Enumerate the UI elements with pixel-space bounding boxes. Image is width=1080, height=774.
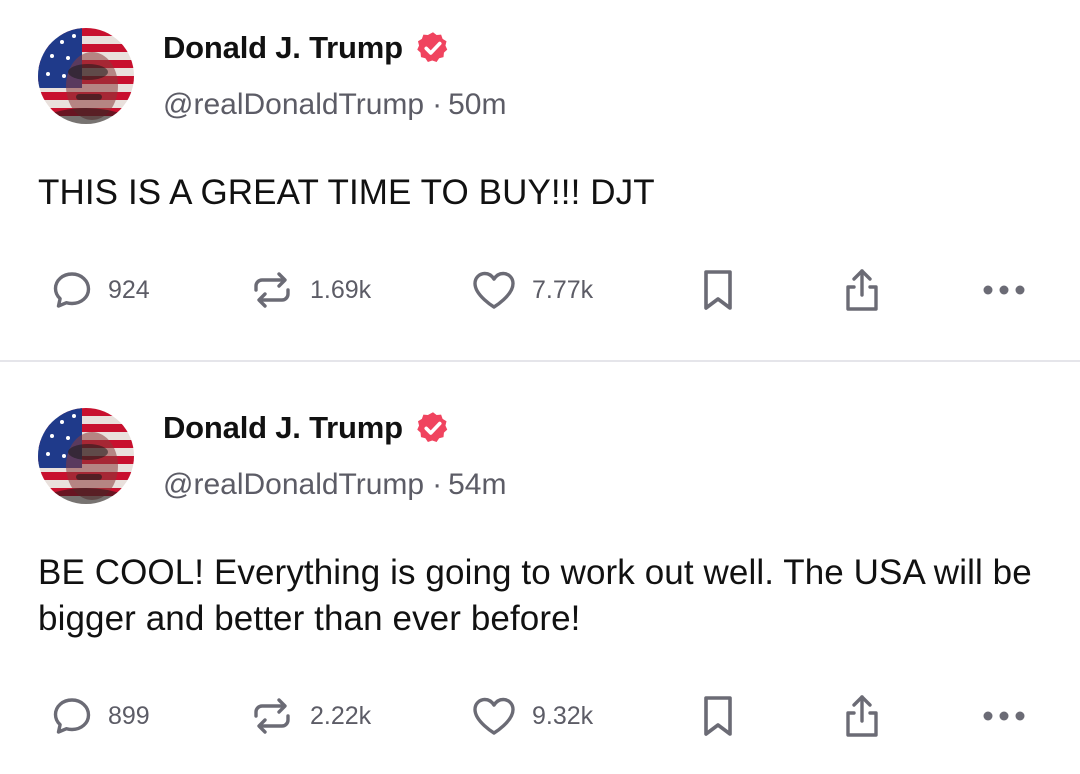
author-name-text: Donald J. Trump: [163, 30, 403, 65]
share-upload-icon: [846, 269, 878, 311]
author-handle[interactable]: @realDonaldTrump: [163, 88, 424, 121]
post[interactable]: Donald J. Trump @realDonaldTrump · 54m BE …: [0, 380, 1080, 742]
like-count: 7.77k: [532, 275, 594, 304]
meta-separator: ·: [432, 468, 443, 501]
post-divider: [0, 360, 1080, 362]
speech-bubble-icon: [53, 698, 91, 734]
like-button[interactable]: 7.77k: [470, 262, 593, 318]
like-count: 9.32k: [532, 701, 594, 730]
more-options-button[interactable]: [980, 688, 1028, 744]
like-button[interactable]: 9.32k: [470, 688, 593, 744]
post-text: BE COOL! Everything is going to work out…: [38, 553, 1032, 638]
more-dots-icon: [983, 711, 1025, 721]
repost-arrows-icon: [254, 272, 290, 308]
repost-button[interactable]: 1.69k: [248, 262, 371, 318]
reply-count: 924: [108, 275, 150, 304]
share-button[interactable]: [840, 262, 884, 318]
post-meta: @realDonaldTrump · 54m: [163, 468, 506, 502]
post-actions: 924 1.69k 7.77k: [0, 262, 1080, 318]
post-text: THIS IS A GREAT TIME TO BUY!!! DJT: [38, 173, 655, 212]
heart-icon: [473, 271, 515, 309]
reply-count: 899: [108, 701, 150, 730]
repost-count: 1.69k: [310, 275, 372, 304]
bookmark-button[interactable]: [696, 688, 740, 744]
speech-bubble-icon: [53, 272, 91, 308]
post[interactable]: Donald J. Trump @realDonaldTrump · 50m THI…: [0, 0, 1080, 362]
reply-button[interactable]: 924: [50, 262, 150, 318]
post-time[interactable]: 50m: [448, 88, 506, 121]
share-button[interactable]: [840, 688, 884, 744]
repost-button[interactable]: 2.22k: [248, 688, 371, 744]
meta-separator: ·: [432, 88, 443, 121]
avatar[interactable]: [38, 28, 134, 124]
heart-icon: [473, 697, 515, 735]
verified-badge-icon: [415, 30, 451, 66]
verified-badge-icon: [415, 410, 451, 446]
author-name-text: Donald J. Trump: [163, 410, 403, 445]
more-options-button[interactable]: [980, 262, 1028, 318]
bookmark-button[interactable]: [696, 262, 740, 318]
post-actions: 899 2.22k 9.32k: [0, 688, 1080, 744]
author-handle[interactable]: @realDonaldTrump: [163, 468, 424, 501]
share-upload-icon: [846, 695, 878, 737]
author-name[interactable]: Donald J. Trump: [163, 30, 451, 66]
repost-arrows-icon: [254, 698, 290, 734]
repost-count: 2.22k: [310, 701, 372, 730]
avatar[interactable]: [38, 408, 134, 504]
bookmark-icon: [704, 696, 732, 736]
post-meta: @realDonaldTrump · 50m: [163, 88, 506, 122]
author-name[interactable]: Donald J. Trump: [163, 410, 451, 446]
post-time[interactable]: 54m: [448, 468, 506, 501]
bookmark-icon: [704, 270, 732, 310]
reply-button[interactable]: 899: [50, 688, 150, 744]
more-dots-icon: [983, 285, 1025, 295]
avatar-image: [38, 28, 134, 124]
avatar-image: [38, 408, 134, 504]
